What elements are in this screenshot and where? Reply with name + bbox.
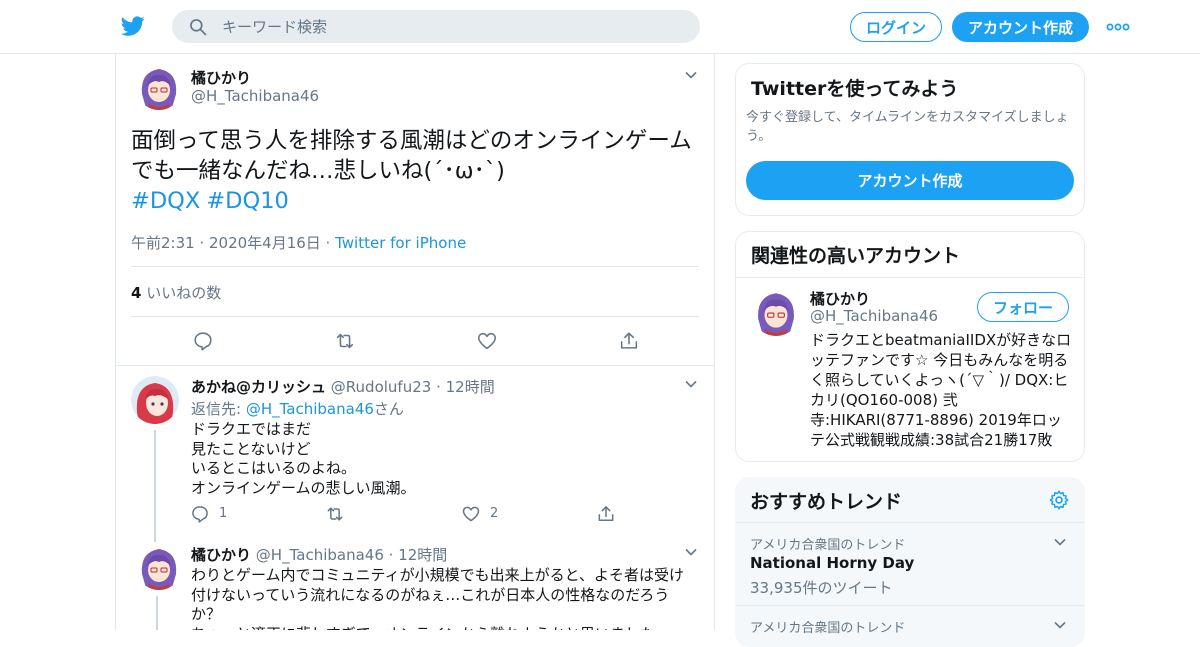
divider	[116, 365, 714, 366]
tweet-author-name[interactable]: 橘ひかり	[191, 67, 251, 88]
more-icon[interactable]	[1106, 18, 1130, 36]
login-button[interactable]: ログイン	[850, 12, 942, 42]
share-icon[interactable]	[596, 504, 616, 524]
reply-body: ドラクエではまだ 見たことないけど いるとこはいるのよね。 オンラインゲームの悲…	[191, 420, 416, 497]
recommended-account-name[interactable]: 橘ひかり	[810, 288, 870, 309]
tweet-text: 面倒って思う人を排除する風潮はどのオンラインゲームでも一緒なんだね…悲しいね(´…	[131, 128, 692, 184]
like-count: 2	[490, 506, 499, 521]
divider	[131, 316, 699, 317]
tweet-meta: 午前2:31 · 2020年4月16日 · Twitter for iPhone	[131, 232, 466, 253]
avatar[interactable]	[131, 376, 179, 424]
trend-name[interactable]: National Horny Day	[750, 554, 914, 572]
hashtag-link[interactable]: #DQX	[131, 188, 200, 214]
reply-author[interactable]: 橘ひかり @H_Tachibana46 · 12時間	[191, 544, 447, 565]
search-box[interactable]	[172, 10, 700, 43]
follow-button[interactable]: フォロー	[977, 292, 1069, 322]
tweet-author-handle[interactable]: @H_Tachibana46	[191, 87, 319, 105]
reply-author[interactable]: あかね@カリッシュ @Rudolufu23 · 12時間	[191, 376, 495, 397]
signup-button[interactable]: アカウント作成	[952, 12, 1089, 42]
divider	[735, 522, 1085, 523]
reply-to-mention[interactable]: @H_Tachibana46	[246, 400, 374, 418]
tweet-hashtags: #DQX #DQ10	[131, 186, 295, 216]
reply-body: わりとゲーム内でコミュニティが小規模でも出来上がると、よそ者は受け付けないってい…	[191, 566, 685, 630]
signup-card-button[interactable]: アカウント作成	[746, 161, 1074, 200]
share-icon[interactable]	[618, 330, 640, 352]
signup-card-title: Twitterを使ってみよう	[751, 78, 959, 100]
likes-label: いいねの数	[141, 284, 222, 302]
like-icon[interactable]	[461, 504, 481, 524]
tweet-timestamp[interactable]: 午前2:31 · 2020年4月16日 ·	[131, 234, 335, 252]
avatar[interactable]	[136, 544, 182, 590]
search-input[interactable]	[222, 10, 682, 43]
reply-author-handle[interactable]: @Rudolufu23	[331, 378, 432, 396]
reply-to-prefix: 返信先:	[191, 400, 246, 418]
retweet-icon[interactable]	[334, 330, 356, 352]
likes-stat[interactable]: 4 いいねの数	[131, 282, 221, 303]
search-icon	[190, 19, 207, 36]
trends-card-title: おすすめトレンド	[750, 491, 903, 513]
thread-line	[154, 430, 156, 542]
avatar[interactable]	[136, 64, 182, 110]
twitter-bird-icon[interactable]	[120, 14, 146, 38]
reply-author-name[interactable]: あかね@カリッシュ	[191, 378, 326, 396]
top-bar: ログイン アカウント作成	[0, 0, 1200, 54]
chevron-down-icon[interactable]	[684, 68, 698, 82]
reply-count: 1	[219, 506, 228, 521]
divider	[735, 605, 1085, 606]
reply-time[interactable]: · 12時間	[389, 546, 448, 564]
chevron-down-icon[interactable]	[684, 377, 698, 391]
avatar[interactable]	[752, 288, 800, 336]
reply-icon[interactable]	[190, 504, 210, 524]
main-timeline: 橘ひかり @H_Tachibana46 面倒って思う人を排除する風潮はどのオンラ…	[115, 54, 715, 630]
recommended-account-bio: ドラクエとbeatmaniaIIDXが好きなロッテファンです☆ 今日もみんなを明…	[810, 331, 1072, 449]
related-card-title: 関連性の高いアカウント	[751, 245, 961, 267]
chevron-down-icon[interactable]	[684, 545, 698, 559]
trends-card: おすすめトレンド アメリカ合衆国のトレンド National Horny Day…	[735, 477, 1085, 647]
retweet-icon[interactable]	[325, 504, 345, 524]
divider	[736, 277, 1084, 278]
thread-line	[156, 596, 158, 630]
divider	[131, 266, 699, 267]
hashtag-link[interactable]: #DQ10	[206, 188, 289, 214]
trend-location: アメリカ合衆国のトレンド	[750, 621, 906, 636]
reply-to-suffix: さん	[373, 400, 404, 418]
related-accounts-card: 関連性の高いアカウント 橘ひかり @H_Tachibana46 フォロー ドラク…	[735, 231, 1085, 462]
trend-tweet-count: 33,935件のツイート	[750, 579, 893, 597]
likes-count: 4	[131, 284, 142, 302]
reply-author-handle[interactable]: @H_Tachibana46	[256, 546, 384, 564]
trend-location: アメリカ合衆国のトレンド	[750, 538, 906, 553]
reply-to-line: 返信先: @H_Tachibana46さん	[191, 398, 404, 419]
gear-icon[interactable]	[1048, 489, 1070, 511]
reply-author-name[interactable]: 橘ひかり	[191, 546, 251, 564]
signup-card: Twitterを使ってみよう 今すぐ登録して、タイムラインをカスタマイズしましょ…	[735, 63, 1085, 216]
like-icon[interactable]	[476, 330, 498, 352]
tweet-source[interactable]: Twitter for iPhone	[335, 234, 466, 252]
recommended-account-handle[interactable]: @H_Tachibana46	[810, 307, 938, 325]
reply-time[interactable]: · 12時間	[436, 378, 495, 396]
reply-icon[interactable]	[192, 330, 214, 352]
signup-card-subtitle: 今すぐ登録して、タイムラインをカスタマイズしましょう。	[746, 110, 1069, 144]
chevron-down-icon[interactable]	[1053, 535, 1067, 549]
